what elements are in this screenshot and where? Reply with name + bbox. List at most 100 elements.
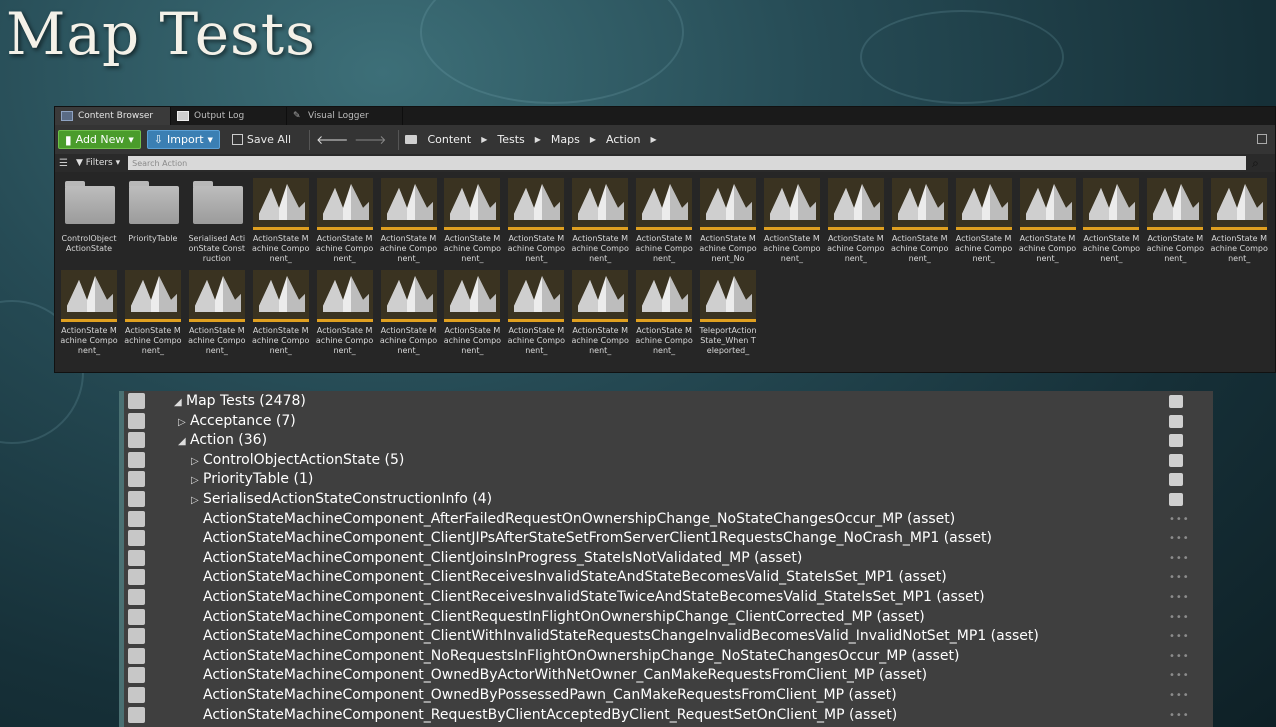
forward-arrow-icon[interactable]: 🡒: [354, 132, 386, 147]
breadcrumb-separator-icon[interactable]: ▶: [481, 135, 487, 144]
back-arrow-icon[interactable]: 🡐: [316, 132, 348, 147]
more-options-icon[interactable]: •••: [1169, 710, 1190, 721]
more-options-icon[interactable]: •••: [1169, 592, 1190, 603]
row-checkbox[interactable]: [128, 608, 145, 625]
status-checkbox[interactable]: [1169, 493, 1183, 506]
tree-row[interactable]: ActionStateMachineComponent_AfterFailedR…: [119, 510, 1213, 529]
expanded-arrow-icon[interactable]: ◢: [174, 393, 184, 412]
search-input[interactable]: Search Action: [128, 156, 1247, 170]
more-options-icon[interactable]: •••: [1169, 572, 1190, 583]
asset-tile[interactable]: ActionState Machine Component_: [955, 178, 1013, 264]
save-all-button[interactable]: Save All: [226, 130, 297, 149]
breadcrumb-separator-icon[interactable]: ▶: [535, 135, 541, 144]
tree-row[interactable]: ▷ Acceptance (7): [119, 412, 1213, 431]
asset-tile[interactable]: ActionState Machine Component_: [571, 178, 629, 264]
asset-tile[interactable]: ActionState Machine Component_: [635, 270, 693, 356]
breadcrumb-separator-icon[interactable]: ▶: [590, 135, 596, 144]
tree-row[interactable]: ActionStateMachineComponent_OwnedByActor…: [119, 666, 1213, 685]
row-checkbox[interactable]: [128, 647, 145, 664]
tree-row[interactable]: ActionStateMachineComponent_NoRequestsIn…: [119, 647, 1213, 666]
more-options-icon[interactable]: •••: [1169, 553, 1190, 564]
collapsed-arrow-icon[interactable]: ▷: [191, 452, 201, 471]
lock-icon[interactable]: [1257, 134, 1267, 144]
row-checkbox[interactable]: [128, 569, 145, 586]
more-options-icon[interactable]: •••: [1169, 533, 1190, 544]
more-options-icon[interactable]: •••: [1169, 651, 1190, 662]
row-checkbox[interactable]: [128, 687, 145, 703]
status-checkbox[interactable]: [1169, 414, 1183, 428]
tree-row[interactable]: ActionStateMachineComponent_ClientWithIn…: [119, 627, 1213, 646]
row-checkbox[interactable]: [128, 491, 145, 507]
tree-row[interactable]: ActionStateMachineComponent_ClientJIPsAf…: [119, 529, 1213, 548]
asset-tile[interactable]: ActionState Machine Component_: [316, 270, 374, 356]
breadcrumb-item[interactable]: Content: [427, 133, 471, 146]
folder-tile[interactable]: Serialised ActionState Construction: [188, 178, 246, 264]
tab-visual-logger[interactable]: ✎ Visual Logger: [287, 107, 403, 125]
tree-row[interactable]: ▷ SerialisedActionStateConstructionInfo (…: [119, 490, 1213, 509]
row-checkbox[interactable]: [128, 628, 145, 645]
tree-row[interactable]: ▷ ControlObjectActionState (5): [119, 451, 1213, 470]
more-options-icon[interactable]: •••: [1169, 514, 1190, 525]
row-checkbox[interactable]: [128, 667, 145, 684]
asset-tile[interactable]: ActionState Machine Component_: [827, 178, 885, 264]
tree-row[interactable]: ActionStateMachineComponent_OwnedByPosse…: [119, 686, 1213, 705]
asset-tile[interactable]: ActionState Machine Component_: [60, 270, 118, 356]
tab-content-browser[interactable]: Content Browser: [55, 107, 171, 125]
row-checkbox[interactable]: [128, 393, 145, 409]
tree-row[interactable]: ActionStateMachineComponent_ClientReceiv…: [119, 588, 1213, 607]
status-checkbox[interactable]: [1169, 434, 1183, 448]
tree-row[interactable]: ◢ Map Tests (2478): [119, 392, 1213, 411]
breadcrumb-item[interactable]: Tests: [497, 133, 524, 146]
asset-tile[interactable]: ActionState Machine Component_: [252, 178, 310, 264]
asset-tile[interactable]: ActionState Machine Component_: [316, 178, 374, 264]
asset-tile[interactable]: ActionState Machine Component_No: [699, 178, 757, 264]
breadcrumb-item[interactable]: Maps: [551, 133, 580, 146]
asset-tile[interactable]: ActionState Machine Component_: [507, 270, 565, 356]
asset-tile[interactable]: ActionState Machine Component_: [507, 178, 565, 264]
breadcrumb-separator-icon[interactable]: ▶: [650, 135, 656, 144]
asset-tile[interactable]: ActionState Machine Component_: [443, 178, 501, 264]
more-options-icon[interactable]: •••: [1169, 690, 1190, 701]
filters-dropdown[interactable]: ▼ Filters ▾: [76, 158, 120, 168]
row-checkbox[interactable]: [128, 471, 145, 488]
expanded-arrow-icon[interactable]: ◢: [178, 432, 188, 451]
row-checkbox[interactable]: [128, 589, 145, 605]
status-checkbox[interactable]: [1169, 395, 1183, 408]
asset-tile[interactable]: ActionState Machine Component_: [124, 270, 182, 356]
asset-tile[interactable]: ActionState Machine Component_: [1019, 178, 1077, 264]
tab-output-log[interactable]: Output Log: [171, 107, 287, 125]
tree-row[interactable]: ◢ Action (36): [119, 431, 1213, 450]
asset-tile[interactable]: TeleportAction State_When Teleported_: [699, 270, 757, 356]
row-checkbox[interactable]: [128, 549, 145, 566]
asset-tile[interactable]: ActionState Machine Component_: [891, 178, 949, 264]
status-checkbox[interactable]: [1169, 473, 1183, 487]
add-new-button[interactable]: ▮ Add New ▼: [58, 130, 141, 149]
tree-row[interactable]: ActionStateMachineComponent_ClientReceiv…: [119, 568, 1213, 587]
import-button[interactable]: ⇩ Import ▼: [146, 130, 220, 149]
row-checkbox[interactable]: [128, 530, 145, 547]
folder-tile[interactable]: ControlObject ActionState: [60, 178, 118, 264]
folder-tile[interactable]: PriorityTable: [124, 178, 182, 264]
asset-tile[interactable]: ActionState Machine Component_: [252, 270, 310, 356]
asset-tile[interactable]: ActionState Machine Component_: [380, 270, 438, 356]
tree-row[interactable]: ActionStateMachineComponent_ClientJoinsI…: [119, 549, 1213, 568]
asset-tile[interactable]: ActionState Machine Component_: [571, 270, 629, 356]
asset-tile[interactable]: ActionState Machine Component_: [763, 178, 821, 264]
more-options-icon[interactable]: •••: [1169, 631, 1190, 642]
asset-tile[interactable]: ActionState Machine Component_: [188, 270, 246, 356]
view-options-icon[interactable]: ☰: [59, 158, 68, 169]
asset-tile[interactable]: ActionState Machine Component_: [1146, 178, 1204, 264]
row-checkbox[interactable]: [128, 510, 145, 527]
tree-row[interactable]: ▷ PriorityTable (1): [119, 470, 1213, 489]
more-options-icon[interactable]: •••: [1169, 670, 1190, 681]
asset-tile[interactable]: ActionState Machine Component_: [1210, 178, 1268, 264]
row-checkbox[interactable]: [128, 432, 145, 449]
tree-row[interactable]: ActionStateMachineComponent_ClientReques…: [119, 608, 1213, 627]
search-icon[interactable]: ⌕: [1252, 156, 1259, 171]
asset-tile[interactable]: ActionState Machine Component_: [443, 270, 501, 356]
breadcrumb-item[interactable]: Action: [606, 133, 640, 146]
tree-row[interactable]: ActionStateMachineComponent_RequestByCli…: [119, 706, 1213, 725]
collapsed-arrow-icon[interactable]: ▷: [178, 413, 188, 432]
asset-tile[interactable]: ActionState Machine Component_: [1082, 178, 1140, 264]
status-checkbox[interactable]: [1169, 453, 1183, 467]
